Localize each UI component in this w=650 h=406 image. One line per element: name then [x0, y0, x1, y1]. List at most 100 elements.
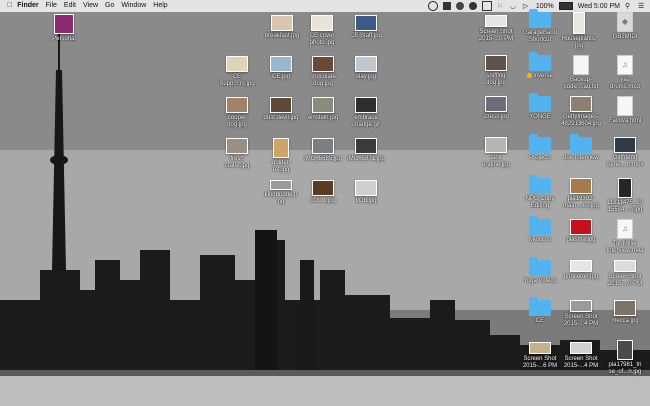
desktop-item-einstein[interactable]: einstein.jpg: [299, 97, 347, 122]
desktop-item-stress[interactable]: stress.jpg: [472, 96, 520, 121]
desktop-item-princeton[interactable]: princeton.jpg: [557, 260, 605, 281]
item-label: cooper dog.jpg: [227, 115, 247, 128]
menu-go[interactable]: Go: [105, 0, 114, 12]
desktop-item-screen-shot-2[interactable]: Screen Shot 2015-...0 PM: [601, 260, 649, 288]
desktop-item-pia19392[interactable]: pia19392- main....es.jpg: [557, 178, 605, 210]
item-label: Personal: [52, 36, 76, 42]
photo-thumbnail: [311, 15, 333, 31]
desktop-item-cooper-dog[interactable]: cooper dog.jpg: [213, 97, 261, 129]
desktop-item-embrace-change[interactable]: embrace change.gif: [342, 97, 390, 129]
desktop-item-backup-code[interactable]: Backup- code....ag.txt: [557, 55, 605, 91]
desktop-item-pia17981[interactable]: pia17981_tri se_of...n.jpg: [601, 340, 649, 376]
photo-thumbnail: [226, 56, 248, 72]
notification-center-icon[interactable]: ☰: [638, 2, 646, 10]
desktop-item-mecca[interactable]: mecca.jpg: [601, 300, 649, 325]
photo-thumbnail: [614, 300, 636, 316]
photo-thumbnail: [485, 55, 507, 71]
desktop-item-golden-ret[interactable]: golden ret.jpg: [257, 138, 305, 174]
photo-thumbnail: [573, 12, 585, 34]
sync-icon[interactable]: [481, 1, 492, 11]
desktop-item-joe-interview[interactable]: Joe Interview: [557, 134, 605, 162]
photo-thumbnail: [226, 138, 248, 154]
menu-view[interactable]: View: [83, 0, 98, 12]
display-icon[interactable]: [442, 2, 451, 10]
photo-thumbnail: [312, 180, 334, 196]
desktop-item-dust-devil[interactable]: dust devil.jpg: [257, 97, 305, 122]
desktop-item-screen-shot-1[interactable]: Screen Shot 2015-...0 PM: [472, 15, 520, 43]
item-label: LOL.jpg: [355, 198, 377, 204]
menu-bar:  Finder File Edit View Go Window Help ⁙…: [0, 0, 650, 12]
desktop-item-houseplants[interactable]: Houseplants. jpg: [555, 12, 603, 50]
cloud-icon[interactable]: [455, 2, 464, 10]
item-label: Screen Shot 2015-...4 PM: [563, 314, 599, 327]
folder-icon: [529, 52, 551, 71]
folder-icon: [570, 134, 592, 153]
photo-thumbnail: [485, 15, 507, 27]
spotlight-search-icon[interactable]: ⚲: [625, 2, 633, 10]
desktop-item-ce-supp[interactable]: CE Supp....rs.jpg: [213, 56, 261, 88]
photo-thumbnail: [355, 138, 377, 154]
item-label: CE Supp....rs.jpg: [219, 74, 255, 87]
desktop-item-factiva[interactable]: Factiva.html: [601, 96, 649, 125]
menu-window[interactable]: Window: [121, 0, 146, 12]
photo-thumbnail: [355, 15, 377, 31]
photo-thumbnail: [273, 138, 289, 158]
desktop-item-screen-shot-5[interactable]: Screen Shot 2015-...4 PM: [557, 342, 605, 370]
desktop-item-chocolate-dog[interactable]: chocolate dog.jpg: [299, 56, 347, 88]
item-label: Inverse: [533, 73, 553, 80]
desktop-item-img-5871[interactable]: IMG_5871.jpg: [342, 138, 390, 163]
desktop-item-slay[interactable]: slay.jpg: [342, 56, 390, 81]
battery-percent[interactable]: 100%: [536, 3, 554, 10]
desktop-item-ce-staff[interactable]: CE Staff.jpg: [342, 15, 390, 40]
desktop-item-ce-cover-photo[interactable]: CE cover photo.jpg: [298, 15, 346, 47]
item-label: yas drums.mp3: [609, 77, 640, 90]
desktop-item-yas-drums[interactable]: ♫ yas drums.mp3: [601, 55, 649, 91]
item-label: LOL 1.jpg: [310, 198, 336, 204]
desktop-item-img-5685[interactable]: IMG_5685.jpg: [299, 138, 347, 163]
audio-file-icon: ♫: [617, 55, 633, 75]
photo-thumbnail: [570, 219, 592, 235]
desktop[interactable]:  Finder File Edit View Go Window Help ⁙…: [0, 0, 650, 406]
desktop-item-sniffing-dog[interactable]: sniffing dog.jpg: [472, 55, 520, 87]
item-label: stress.jpg: [483, 114, 509, 120]
desktop-item-fresh-crater[interactable]: fresh crater.jpg: [213, 138, 261, 170]
item-label: 11811475_10 15584...n.jpg: [607, 200, 643, 213]
desktop-item-girlfriend-series[interactable]: Girlfriend Serie....h.mov: [601, 137, 649, 169]
item-label: Screen Shot 2015-...0 PM: [478, 29, 514, 42]
item-label: CE Staff.jpg: [350, 33, 382, 39]
photo-thumbnail: [312, 138, 334, 154]
record-icon[interactable]: [427, 1, 438, 11]
folder-icon: [529, 216, 551, 235]
battery-icon[interactable]: [558, 2, 573, 10]
timer-icon[interactable]: [468, 2, 477, 10]
wifi-icon[interactable]: ◡: [510, 2, 518, 10]
item-label: IMG_5685.jpg: [304, 156, 342, 162]
item-label: Tor Miller Interview.m4a: [606, 241, 644, 254]
desktop-item-tor-miller[interactable]: ♫ Tor Miller Interview.m4a: [601, 219, 649, 255]
desktop-item-ce-jpg[interactable]: CE.jpg: [257, 56, 305, 81]
item-label: princeton.jpg: [563, 274, 599, 280]
desktop-item-screen-shot-3[interactable]: Screen Shot 2015-...4 PM: [557, 300, 605, 328]
desktop-item-plasma[interactable]: plasma.jpg: [557, 219, 605, 244]
menu-edit[interactable]: Edit: [64, 0, 76, 12]
desktop-item-lol-1[interactable]: LOL 1.jpg: [299, 180, 347, 205]
desktop-item-personal[interactable]: Personal: [40, 14, 88, 43]
desktop-item-11811475[interactable]: 11811475_10 15584...n.jpg: [601, 178, 649, 214]
bluetooth-icon[interactable]: ⁙: [497, 2, 505, 10]
folder-icon: [529, 175, 551, 194]
desktop-item-lol[interactable]: LOL.jpg: [342, 180, 390, 205]
item-label: Screen Shot 2015-...0 PM: [607, 274, 643, 287]
video-thumbnail: [614, 137, 636, 153]
desktop-item-gb2midi[interactable]: ◆ GB2MIDI: [601, 12, 649, 41]
menu-file[interactable]: File: [46, 0, 57, 12]
desktop-item-kingbridge[interactable]: kingbridge.p ng: [257, 180, 305, 206]
photo-thumbnail: [570, 96, 592, 112]
menu-help[interactable]: Help: [153, 0, 167, 12]
item-label: Factiva.html: [608, 118, 642, 124]
clock[interactable]: Wed 5:00 PM: [578, 3, 620, 10]
menu-finder[interactable]: Finder: [17, 0, 38, 12]
photo-thumbnail: [570, 260, 592, 272]
apple-menu-icon[interactable]: : [7, 0, 12, 12]
desktop-item-gettyimages[interactable]: GettyImages- 482913604.jpg: [557, 96, 605, 128]
desktop-item-tank-engine[interactable]: tank engine.jpg: [472, 137, 520, 169]
